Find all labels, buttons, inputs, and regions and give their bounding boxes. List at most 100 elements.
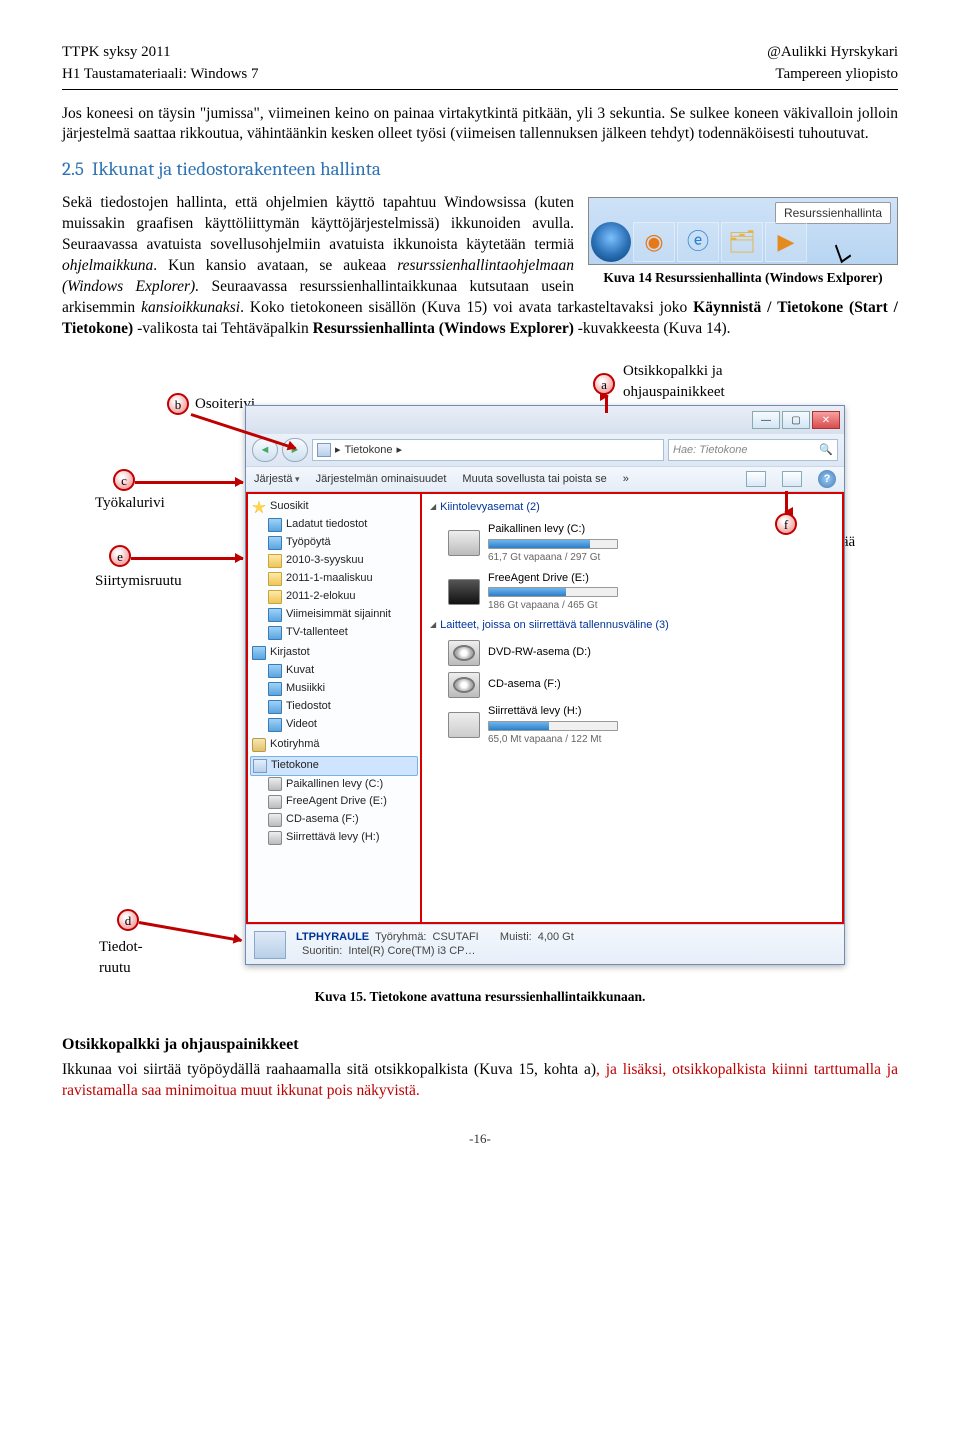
subheading-titlebar: Otsikkopalkki ja ohjauspainikkeet	[62, 1034, 898, 1056]
drive-row[interactable]: Siirrettävä levy (H:) 65,0 Mt vapaana / …	[430, 701, 834, 749]
header-right-bottom: Tampereen yliopisto	[775, 64, 898, 84]
capacity-gauge	[488, 721, 618, 731]
tv-icon	[268, 626, 282, 640]
callout-a: a	[593, 373, 615, 395]
breadcrumb-arrow: ▸	[335, 443, 341, 458]
sidebar-item[interactable]: Musiikki	[286, 681, 325, 697]
side-computer[interactable]: Tietokone	[271, 758, 319, 774]
drive-icon	[268, 777, 282, 791]
sidebar-item[interactable]: Ladatut tiedostot	[286, 517, 367, 533]
drive-icon	[268, 831, 282, 845]
usb-icon	[448, 712, 480, 738]
sidebar-item[interactable]: CD-asema (F:)	[286, 812, 359, 828]
toolbar-overflow[interactable]: »	[623, 472, 629, 487]
status-name: LTPHYRAULE	[296, 931, 369, 945]
arrow-a	[605, 395, 608, 413]
music-icon	[268, 682, 282, 696]
status-wg: CSUTAFI	[433, 931, 479, 945]
videos-icon	[268, 718, 282, 732]
view-switcher-icon[interactable]	[746, 471, 766, 487]
start-orb-icon	[591, 222, 631, 262]
drive-name: Paikallinen levy (C:)	[488, 522, 618, 537]
group-header-removable[interactable]: Laitteet, joissa on siirrettävä tallennu…	[430, 618, 834, 633]
paragraph-intro: Jos koneesi on täysin "jumissa", viimein…	[62, 104, 898, 146]
sidebar-item[interactable]: FreeAgent Drive (E:)	[286, 794, 387, 810]
explorer-window: — ▢ ✕ ◄ ► ▸ Tietokone ▸ Hae: Tietokone J…	[245, 405, 845, 965]
computer-icon	[317, 443, 331, 457]
status-mem: 4,00 Gt	[538, 931, 574, 945]
address-bar[interactable]: ▸ Tietokone ▸	[312, 439, 664, 461]
callout-a-label: Otsikkopalkki ja ohjauspainikkeet	[623, 361, 803, 402]
figure-14: Resurssienhallinta ◉ ⓔ 🗂 ▶ Kuva 14 Resur…	[588, 197, 898, 287]
drive-name: DVD-RW-asema (D:)	[488, 645, 591, 660]
drive-name: CD-asema (F:)	[488, 677, 561, 692]
content-pane[interactable]: Kiintolevyasemat (2) Paikallinen levy (C…	[422, 492, 844, 924]
folder-icon	[268, 590, 282, 604]
side-libraries[interactable]: Kirjastot	[270, 645, 310, 661]
sidebar-item[interactable]: 2010-3-syyskuu	[286, 553, 364, 569]
drive-sub: 65,0 Mt vapaana / 122 Mt	[488, 733, 618, 747]
help-icon[interactable]: ?	[818, 470, 836, 488]
folder-icon	[268, 554, 282, 568]
header-right-top: @Aulikki Hyrskykari	[767, 42, 898, 62]
sidebar-item[interactable]: TV-tallenteet	[286, 625, 348, 641]
recent-icon	[268, 608, 282, 622]
status-cpu: Intel(R) Core(TM) i3 CP…	[348, 945, 475, 959]
explorer-folder-icon: 🗂	[721, 222, 763, 262]
sidebar-item[interactable]: 2011-2-elokuu	[286, 589, 356, 605]
arrow-c	[135, 481, 243, 484]
sidebar-item[interactable]: Videot	[286, 717, 317, 733]
toolbar-system-props[interactable]: Järjestelmän ominaisuudet	[316, 472, 447, 487]
title-bar[interactable]: — ▢ ✕	[246, 406, 844, 434]
sidebar-item[interactable]: Työpöytä	[286, 535, 331, 551]
para-text: . Koko tietokoneen sisällön (Kuva 15) vo…	[240, 299, 693, 316]
toolbar-organize[interactable]: Järjestä	[254, 472, 300, 487]
page-number: -16-	[62, 1130, 898, 1148]
drive-row[interactable]: Paikallinen levy (C:) 61,7 Gt vapaana / …	[430, 519, 834, 567]
drive-sub: 186 Gt vapaana / 465 Gt	[488, 599, 618, 613]
toolbar: Järjestä Järjestelmän ominaisuudet Muuta…	[246, 466, 844, 492]
sidebar-item[interactable]: Tiedostot	[286, 699, 331, 715]
drive-row[interactable]: DVD-RW-asema (D:)	[430, 637, 834, 669]
callout-d: d	[117, 909, 139, 931]
ie-icon: ⓔ	[677, 222, 719, 262]
drive-icon	[268, 813, 282, 827]
cd-icon	[448, 672, 480, 698]
sidebar-item[interactable]: Kuvat	[286, 663, 314, 679]
sidebar-item[interactable]: Paikallinen levy (C:)	[286, 777, 383, 793]
status-mem-label: Muisti:	[500, 931, 532, 945]
cursor-icon	[835, 239, 851, 263]
header-left-bottom: H1 Taustamateriaali: Windows 7	[62, 64, 259, 84]
sidebar-item[interactable]: Viimeisimmät sijainnit	[286, 607, 391, 623]
search-input[interactable]: Hae: Tietokone	[668, 439, 838, 461]
group-header-hdd[interactable]: Kiintolevyasemat (2)	[430, 500, 834, 515]
para-text: -valikosta tai Tehtäväpalkin	[133, 320, 312, 337]
para-text: Ikkunaa voi siirtää työpöydällä raahaama…	[62, 1061, 596, 1078]
side-favorites[interactable]: Suosikit	[270, 499, 309, 515]
breadcrumb-arrow: ▸	[396, 443, 402, 458]
arrow-e	[131, 557, 243, 560]
drive-row[interactable]: CD-asema (F:)	[430, 669, 834, 701]
dvd-icon	[448, 640, 480, 666]
sidebar-item[interactable]: 2011-1-maaliskuu	[286, 571, 373, 587]
status-wg-label: Työryhmä:	[375, 931, 426, 945]
documents-icon	[268, 700, 282, 714]
toolbar-uninstall[interactable]: Muuta sovellusta tai poista se	[462, 472, 606, 487]
hdd-icon	[448, 530, 480, 556]
close-button[interactable]: ✕	[812, 411, 840, 429]
navigation-pane[interactable]: Suosikit Ladatut tiedostot Työpöytä 2010…	[246, 492, 422, 924]
drive-row[interactable]: FreeAgent Drive (E:) 186 Gt vapaana / 46…	[430, 568, 834, 616]
maximize-button[interactable]: ▢	[782, 411, 810, 429]
callout-e-label: Siirtymisruutu	[95, 571, 182, 591]
sidebar-item[interactable]: Siirrettävä levy (H:)	[286, 830, 380, 846]
computer-large-icon	[254, 931, 286, 959]
preview-pane-icon[interactable]	[782, 471, 802, 487]
side-homegroup[interactable]: Kotiryhmä	[270, 737, 320, 753]
pictures-icon	[268, 664, 282, 678]
breadcrumb-segment[interactable]: Tietokone	[345, 443, 393, 458]
minimize-button[interactable]: —	[752, 411, 780, 429]
homegroup-icon	[252, 738, 266, 752]
computer-icon	[253, 759, 267, 773]
status-cpu-label: Suoritin:	[302, 945, 342, 959]
figure-14-caption: Kuva 14 Resurssienhallinta (Windows Exlp…	[588, 269, 898, 287]
